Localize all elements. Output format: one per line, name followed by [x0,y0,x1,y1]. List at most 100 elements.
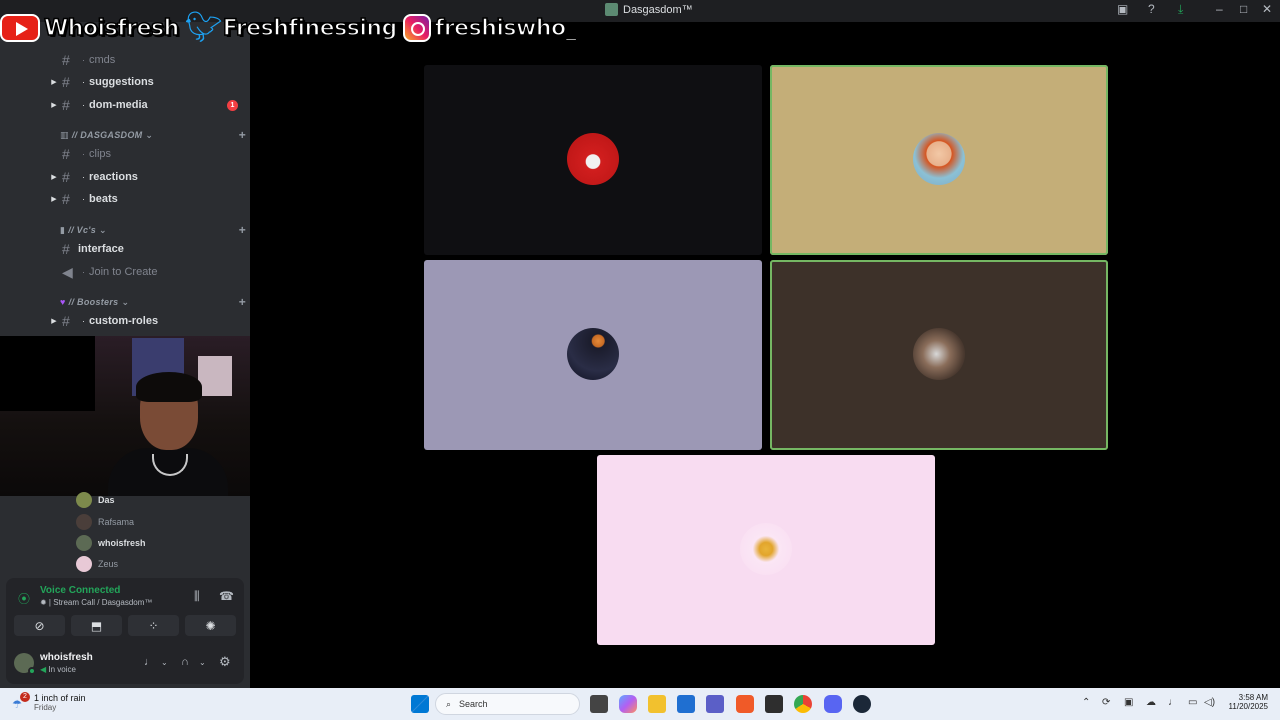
hash-icon: # [62,74,70,90]
windows-start-icon[interactable] [411,695,429,713]
steam-icon[interactable] [853,695,871,713]
soundboard-button[interactable]: ✺ [185,615,236,636]
microphone-icon[interactable]: ♩ [144,656,155,668]
voice-member[interactable]: Zeus [76,554,118,574]
file-explorer-icon[interactable] [648,695,666,713]
channel-custom-roles[interactable]: ▶ # · custom-roles [48,311,250,331]
display-icon[interactable]: ▭ [1188,697,1197,708]
channel-dom-media[interactable]: ▶ # · dom-media 1 [48,95,250,115]
add-channel-icon[interactable]: + [239,128,246,142]
category-label: // Vc's [68,225,97,235]
maximize-button[interactable]: □ [1240,2,1247,16]
channel-name: suggestions [89,76,154,88]
chevron-down-icon[interactable]: ⌄ [161,658,168,667]
volume-icon[interactable]: ◁) [1204,697,1215,708]
category-boosters[interactable]: ♥ // Boosters ⌄ + [60,294,246,310]
online-status-dot [28,667,36,675]
participant-avatar [740,523,792,575]
collapse-arrow-icon: ▶ [51,102,57,109]
instagram-icon [402,14,431,42]
tray-app-icon[interactable]: ▣ [1124,697,1133,708]
activities-icon: ⁘ [148,618,159,633]
channel-clips[interactable]: # · clips [48,144,250,164]
channel-suggestions[interactable]: ▶ # · suggestions [48,72,250,92]
gear-icon[interactable]: ⚙ [219,654,231,670]
weather-widget[interactable]: 1 inch of rain Friday [14,693,86,712]
camera-button[interactable]: ⊘ [14,615,65,636]
sync-icon[interactable]: ⟳ [1102,697,1110,708]
weather-icon: ☂ [12,699,22,711]
hash-icon: # [62,191,70,207]
speaker-icon: ◀ [62,263,73,280]
voice-icon: ◀ [40,665,47,674]
member-name: Das [98,495,115,505]
channel-reactions[interactable]: ▶ # · reactions [48,167,250,187]
add-channel-icon[interactable]: + [239,223,246,237]
user-status-text: In voice [48,665,76,674]
app-icon [605,3,618,16]
screen-share-icon: ⬒ [90,618,103,633]
channel-interface[interactable]: # interface [48,239,250,259]
teams-icon[interactable] [706,695,724,713]
voice-status: Voice Connected [40,585,121,596]
screen-share-button[interactable]: ⬒ [71,615,122,636]
participant-tile[interactable] [597,455,935,645]
taskbar-clock[interactable]: 3:58 AM 11/20/2025 [1222,693,1268,711]
hash-icon: # [62,97,70,113]
voice-channel-path-text: Stream Call / Dasgasdom™ [53,598,153,607]
add-channel-icon[interactable]: + [239,295,246,309]
avatar [76,514,92,530]
discord-icon[interactable] [824,695,842,713]
participant-tile[interactable] [424,65,762,255]
channel-cmds[interactable]: # · cmds [48,50,250,70]
category-icon: ▮ [60,224,66,235]
channel-join-to-create[interactable]: ◀ · Join to Create [48,262,250,282]
brave-icon[interactable] [736,695,754,713]
window-title-text: Dasgasdom™ [623,3,693,16]
channel-list: # · cmds ▶ # · suggestions ▶ # · dom-media 1 … [48,22,250,342]
inbox-icon[interactable]: ▣ [1117,2,1128,16]
download-icon[interactable]: ⤓ [1178,2,1183,17]
signal-icon[interactable]: ⦿ [18,590,30,607]
disconnect-icon[interactable]: ☎ [219,589,234,603]
voice-member[interactable]: Rafsama [76,512,134,532]
help-icon[interactable]: ? [1148,2,1155,16]
category-dasgasdom[interactable]: ▥ // DASGASDOM ⌄ + [60,127,246,143]
category-vcs[interactable]: ▮ // Vc's ⌄ + [60,222,246,238]
microphone-icon[interactable]: ♩ [1168,697,1178,708]
copilot-icon[interactable] [619,695,637,713]
cloud-icon[interactable]: ☁ [1146,697,1156,708]
search-placeholder: Search [459,699,488,709]
task-view-icon[interactable] [590,695,608,713]
participant-tile-speaking[interactable] [770,260,1108,450]
close-button[interactable]: ✕ [1262,2,1272,16]
headphones-icon[interactable]: ∩ [181,656,189,668]
participant-avatar [567,328,619,380]
chevron-up-icon[interactable]: ⌃ [1082,697,1090,708]
minimize-button[interactable]: – [1216,2,1223,16]
taskbar-search[interactable]: ⌕ Search [435,693,580,715]
weather-day: Friday [34,703,57,712]
channel-name: reactions [89,171,138,183]
member-name: Rafsama [98,517,135,527]
hash-icon: # [62,52,70,68]
participant-tile-speaking[interactable] [770,65,1108,255]
chrome-icon[interactable] [794,695,812,713]
app-icon[interactable] [765,695,783,713]
channel-beats[interactable]: ▶ # · beats [48,189,250,209]
chevron-down-icon: ⌄ [121,296,130,307]
channel-name: interface [78,243,124,255]
hash-icon: # [62,241,70,257]
voice-member[interactable]: Das [76,490,115,510]
participant-tile[interactable] [424,260,762,450]
voice-member[interactable]: whoisfresh [76,533,146,553]
noise-suppression-icon[interactable]: ⫼ [194,589,200,604]
store-icon[interactable] [677,695,695,713]
taskbar: 2 1 inch of rain Friday ☂ ⌕ Search ⌃ ⟳ ▣… [0,688,1280,720]
voice-member-list: Das Rafsama whoisfresh Zeus [48,490,250,578]
channel-name: custom-roles [89,315,159,327]
activities-button[interactable]: ⁘ [128,615,179,636]
avatar [76,535,92,551]
instagram-handle: freshiswho_ [434,15,577,42]
chevron-down-icon[interactable]: ⌄ [199,658,206,667]
